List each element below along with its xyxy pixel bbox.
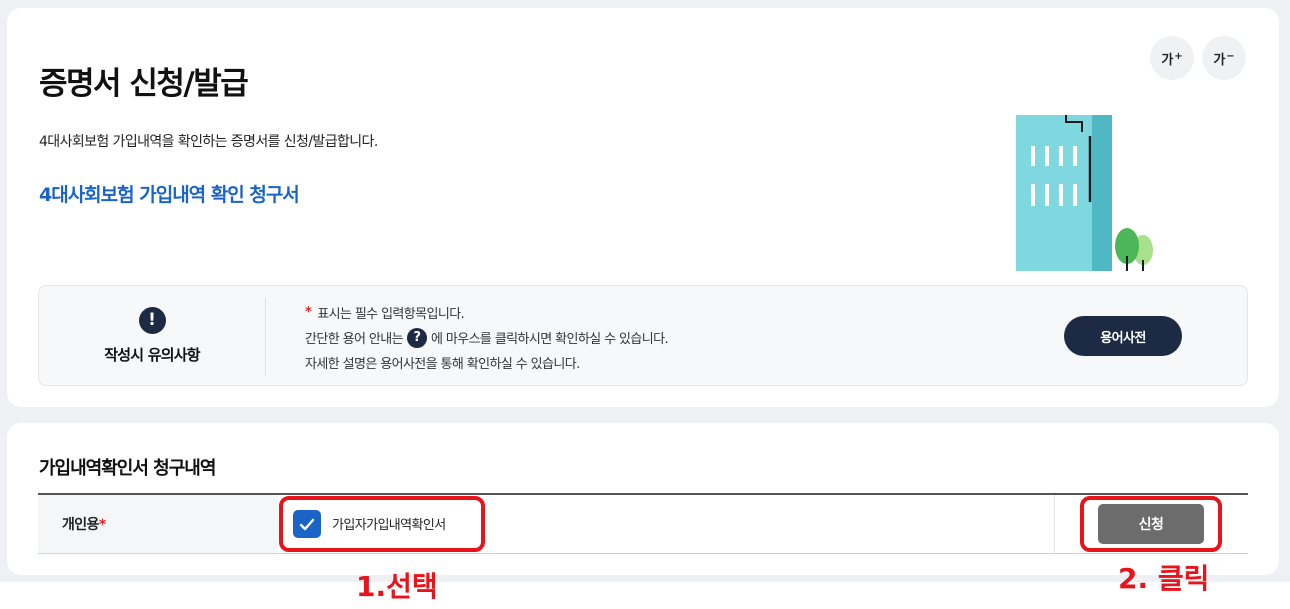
notice-divider <box>265 298 266 375</box>
page-footer-area <box>0 582 1290 609</box>
building-illustration <box>1016 115 1153 271</box>
table-row: 개인용* 가입자가입내역확인서 신청 <box>38 495 1248 554</box>
notice-line-2-after: 에 마우스를 클릭하시면 확인하실 수 있습니다. <box>430 332 669 347</box>
notice-heading: ! 작성시 유의사항 <box>39 286 265 385</box>
notice-line-required: * 표시는 필수 입력항목입니다. <box>305 300 668 325</box>
notice-line-3: 자세한 설명은 용어사전을 통해 확인하실 수 있습니다. <box>305 357 580 372</box>
notice-text: * 표시는 필수 입력항목입니다. 간단한 용어 안내는 ? 에 마우스를 클릭… <box>305 300 669 375</box>
notice-line-help: 간단한 용어 안내는 ? 에 마우스를 클릭하시면 확인하실 수 있습니다. <box>305 325 669 350</box>
font-decrease-label: 가 <box>1213 52 1226 68</box>
required-asterisk-icon: * <box>98 517 106 533</box>
notice-title: 작성시 유의사항 <box>104 345 200 364</box>
step2-highlight-box <box>1080 496 1222 552</box>
row-label-text: 개인용 <box>62 517 99 533</box>
minus-icon: − <box>1226 50 1235 62</box>
row-divider <box>1054 495 1055 553</box>
glossary-button[interactable]: 용어사전 <box>1064 316 1182 356</box>
required-asterisk-icon: * <box>305 305 312 320</box>
plus-icon: + <box>1174 50 1183 62</box>
notice-line-2-before: 간단한 용어 안내는 <box>305 332 404 347</box>
document-title-link[interactable]: 4대사회보험 가입내역 확인 청구서 <box>39 180 300 207</box>
row-header-cell: 개인용* <box>38 495 278 553</box>
page-title: 증명서 신청/발급 <box>39 66 249 102</box>
font-size-increase-button[interactable]: 가 + <box>1150 36 1194 80</box>
help-question-icon[interactable]: ? <box>406 327 427 348</box>
font-increase-label: 가 <box>1161 52 1174 68</box>
notice-line-1: 표시는 필수 입력항목입니다. <box>317 307 465 322</box>
exclamation-icon: ! <box>138 306 166 334</box>
font-size-decrease-button[interactable]: 가 − <box>1202 36 1246 80</box>
row-label: 개인용* <box>62 514 106 534</box>
notice-line-glossary: 자세한 설명은 용어사전을 통해 확인하실 수 있습니다. <box>305 350 668 375</box>
step1-annotation: 1.선택 <box>356 570 438 603</box>
section-title: 가입내역확인서 청구내역 <box>39 458 216 479</box>
step2-annotation: 2. 클릭 <box>1118 562 1210 595</box>
step1-highlight-box <box>279 496 485 552</box>
page-description: 4대사회보험 가입내역을 확인하는 증명서를 신청/발급합니다. <box>39 134 378 150</box>
notice-box: ! 작성시 유의사항 * 표시는 필수 입력항목입니다. 간단한 용어 안내는 … <box>38 285 1248 386</box>
